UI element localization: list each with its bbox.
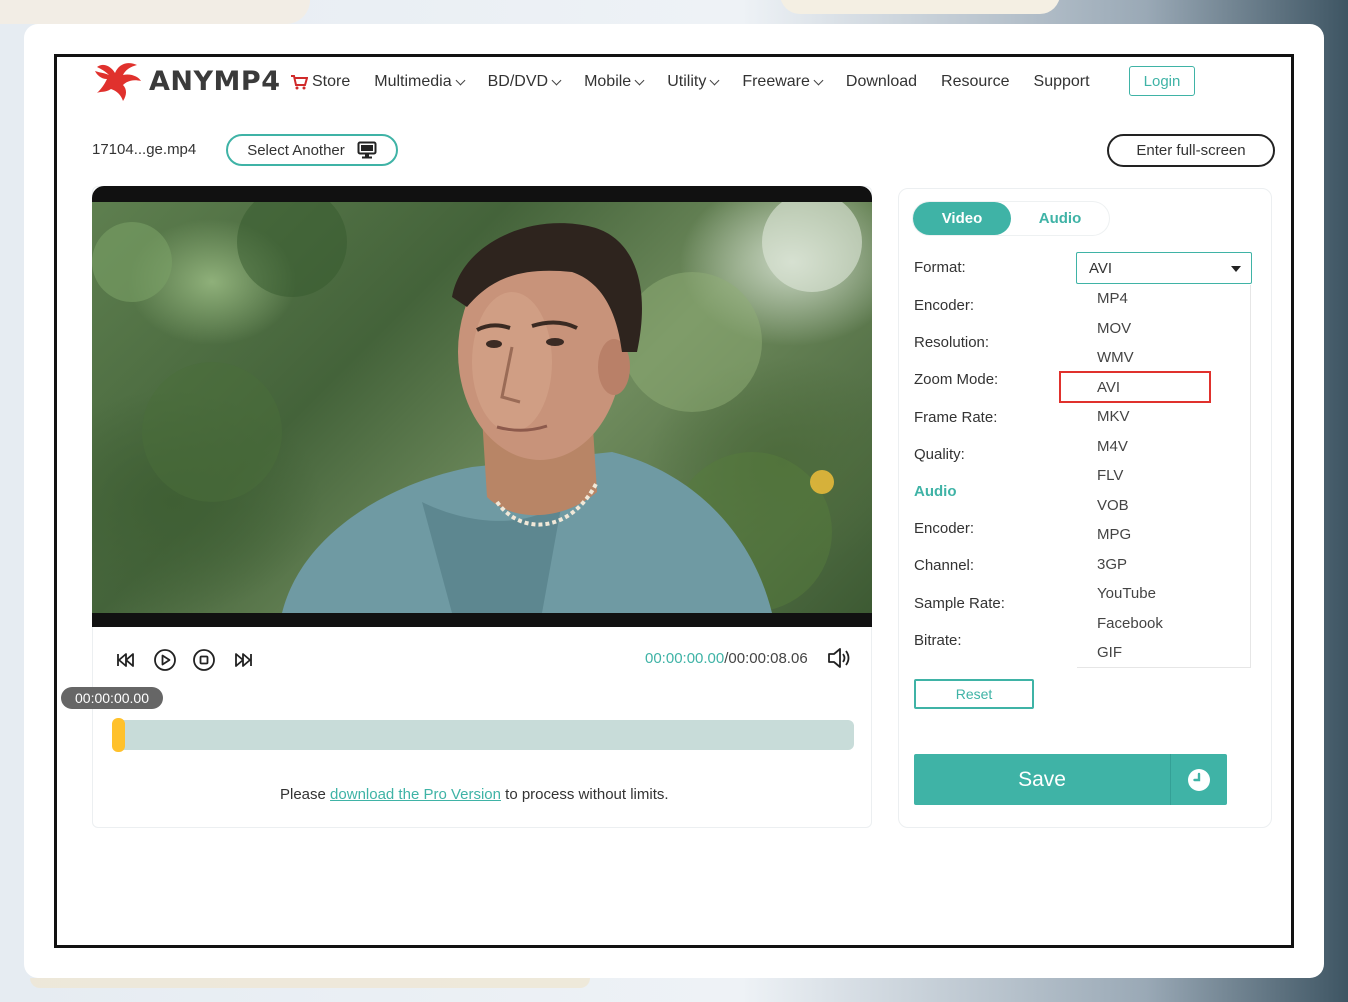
format-selected-value: AVI xyxy=(1089,259,1113,277)
sample-rate-label: Sample Rate: xyxy=(914,595,1005,612)
nav-store[interactable]: Store xyxy=(290,73,350,91)
audio-section-heading: Audio xyxy=(914,483,957,500)
nav-support[interactable]: Support xyxy=(1034,73,1090,91)
promo-suffix: to process without limits. xyxy=(501,786,669,803)
nav-freeware[interactable]: Freeware xyxy=(742,73,824,91)
tab-audio[interactable]: Audio xyxy=(1011,202,1109,235)
nav-multimedia[interactable]: Multimedia xyxy=(374,73,466,91)
format-option[interactable]: GIF xyxy=(1097,644,1122,661)
clock-icon xyxy=(1188,768,1210,791)
format-option[interactable]: VOB xyxy=(1097,497,1129,514)
nav-item-label: Utility xyxy=(667,73,707,90)
nav-bd-dvd[interactable]: BD/DVD xyxy=(487,73,562,91)
video-frame xyxy=(92,202,872,613)
format-label: Format: xyxy=(914,259,966,276)
tab-video[interactable]: Video xyxy=(913,202,1011,235)
save-button-group: Save xyxy=(914,754,1227,805)
background-decoration xyxy=(0,0,310,24)
current-time: 00:00:00.00 xyxy=(645,650,725,667)
select-another-button[interactable]: Select Another xyxy=(226,134,398,166)
monitor-icon xyxy=(357,141,377,159)
chevron-down-icon xyxy=(455,75,466,85)
brand-logo[interactable]: ANYMP4 xyxy=(93,58,281,104)
nav-resource[interactable]: Resource xyxy=(941,73,1009,91)
promo-prefix: Please xyxy=(280,786,331,803)
nav-item-label: Mobile xyxy=(584,73,632,90)
format-option[interactable]: Facebook xyxy=(1097,615,1163,632)
nav-utility[interactable]: Utility xyxy=(667,73,720,91)
chevron-down-icon xyxy=(709,75,720,85)
audio-encoder-label: Encoder: xyxy=(914,520,975,537)
phoenix-logo-icon xyxy=(95,63,141,101)
format-option[interactable]: M4V xyxy=(1097,438,1128,455)
stop-button[interactable] xyxy=(190,646,218,674)
background-decoration xyxy=(30,978,590,988)
video-player[interactable] xyxy=(92,186,872,627)
background-decoration xyxy=(780,0,1060,14)
frame-rate-label: Frame Rate: xyxy=(914,409,998,426)
nav-item-label: Download xyxy=(845,73,918,90)
save-button[interactable]: Save xyxy=(914,754,1170,805)
nav-item-label: Freeware xyxy=(742,73,810,90)
format-option[interactable]: FLV xyxy=(1097,467,1123,484)
channel-label: Channel: xyxy=(914,557,975,574)
nav-download[interactable]: Download xyxy=(846,73,917,91)
settings-tabs: Video Audio xyxy=(913,202,1109,235)
fast-forward-icon xyxy=(235,653,252,667)
nav-mobile[interactable]: Mobile xyxy=(584,73,645,91)
format-select[interactable]: AVI xyxy=(1076,252,1252,284)
cart-icon xyxy=(291,75,308,90)
format-option[interactable]: YouTube xyxy=(1097,585,1156,602)
schedule-button[interactable] xyxy=(1171,754,1227,805)
play-button[interactable] xyxy=(151,646,179,674)
encoder-label: Encoder: xyxy=(914,297,975,314)
login-button[interactable]: Login xyxy=(1129,66,1195,96)
chevron-down-icon xyxy=(551,75,562,85)
player-controls xyxy=(112,644,268,676)
total-time: /00:00:08.06 xyxy=(724,650,808,667)
resolution-label: Resolution: xyxy=(914,334,990,351)
nav-store-label: Store xyxy=(312,73,351,90)
zoom-mode-label: Zoom Mode: xyxy=(914,371,999,388)
format-option[interactable]: 3GP xyxy=(1097,556,1127,573)
reset-button[interactable]: Reset xyxy=(914,679,1034,709)
nav-item-label: Multimedia xyxy=(374,73,452,90)
timecode: 00:00:00.00/00:00:08.06 xyxy=(645,650,808,667)
stop-icon xyxy=(193,649,215,671)
play-icon xyxy=(154,649,176,671)
brand-name: ANYMP4 xyxy=(149,65,281,97)
format-option[interactable]: MKV xyxy=(1097,408,1130,425)
volume-button[interactable] xyxy=(826,646,852,675)
volume-icon xyxy=(828,648,850,668)
timeline-handle[interactable] xyxy=(112,718,125,752)
pro-version-notice: Please download the Pro Version to proce… xyxy=(280,786,669,803)
nav-item-label: Resource xyxy=(941,73,1010,90)
download-pro-link[interactable]: download the Pro Version xyxy=(330,786,501,803)
timeline-track[interactable] xyxy=(112,720,854,750)
quality-label: Quality: xyxy=(914,446,965,463)
rewind-icon xyxy=(117,653,134,667)
format-option[interactable]: MOV xyxy=(1097,320,1131,337)
nav-item-label: Support xyxy=(1033,73,1090,90)
format-option[interactable]: MPG xyxy=(1097,526,1131,543)
fast-forward-button[interactable] xyxy=(229,646,257,674)
file-name: 17104...ge.mp4 xyxy=(92,141,197,158)
playhead-time-badge: 00:00:00.00 xyxy=(61,687,163,709)
chevron-down-icon xyxy=(813,75,824,85)
fullscreen-button[interactable]: Enter full-screen xyxy=(1107,134,1275,167)
selection-highlight-box xyxy=(1059,371,1211,403)
format-option[interactable]: MP4 xyxy=(1097,290,1128,307)
select-another-label: Select Another xyxy=(247,141,345,159)
caret-down-icon xyxy=(1231,266,1241,272)
rewind-button[interactable] xyxy=(112,646,140,674)
video-frame-image xyxy=(92,202,862,613)
format-option[interactable]: WMV xyxy=(1097,349,1134,366)
top-nav: Store Multimedia BD/DVD Mobile Utility F… xyxy=(290,66,1114,98)
bitrate-label: Bitrate: xyxy=(914,632,962,649)
chevron-down-icon xyxy=(634,75,645,85)
nav-item-label: BD/DVD xyxy=(487,73,549,90)
